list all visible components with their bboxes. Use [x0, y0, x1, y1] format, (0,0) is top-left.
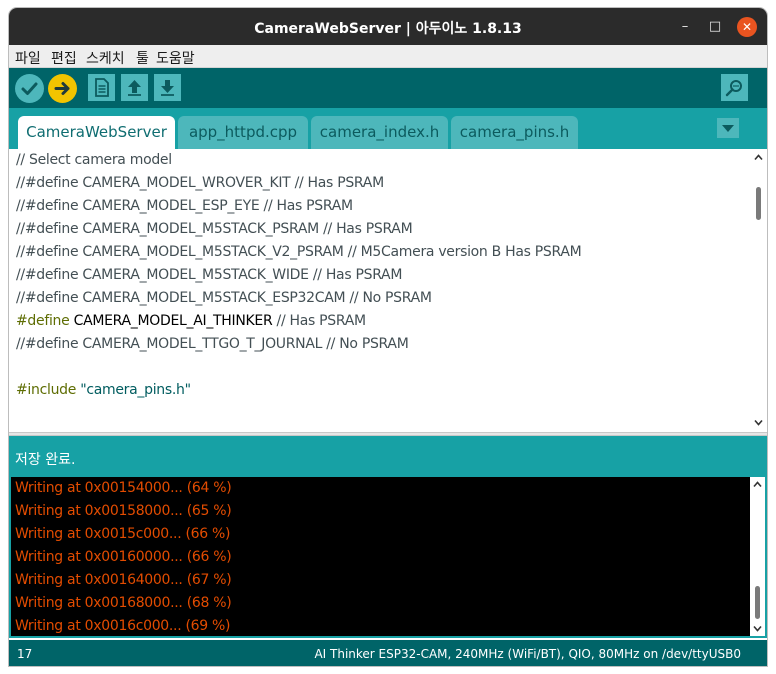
include-keyword: #include — [16, 382, 77, 398]
close-button[interactable]: ✕ — [737, 17, 757, 37]
verify-button[interactable] — [15, 74, 44, 103]
code-line: //#define CAMERA_MODEL_TTGO_T_JOURNAL //… — [16, 336, 409, 352]
console-line: Writing at 0x00160000... (66 %) — [15, 549, 232, 565]
menu-tools[interactable]: 툴 — [136, 48, 149, 68]
code-line: //#define CAMERA_MODEL_M5STACK_WIDE // H… — [16, 267, 403, 283]
serial-monitor-button[interactable] — [721, 74, 748, 101]
code-line: // Select camera model — [16, 152, 172, 168]
console-line: Writing at 0x0015c000... (66 %) — [15, 526, 231, 542]
scroll-down-icon[interactable] — [752, 623, 763, 634]
code-line: //#define CAMERA_MODEL_ESP_EYE // Has PS… — [16, 198, 353, 214]
maximize-button[interactable]: □ — [705, 17, 725, 37]
console-line: Writing at 0x00154000... (64 %) — [15, 480, 232, 496]
console-line: Writing at 0x0016c000... (69 %) — [15, 618, 231, 634]
menu-help[interactable]: 도움말 — [156, 48, 195, 68]
define-comment: // Has PSRAM — [272, 313, 367, 329]
arduino-ide-window: CameraWebServer | 아두이노 1.8.13 – □ ✕ 파일 편… — [9, 8, 767, 666]
document-icon — [95, 78, 109, 97]
code-line: //#define CAMERA_MODEL_M5STACK_PSRAM // … — [16, 221, 413, 237]
console-line: Writing at 0x00164000... (67 %) — [15, 572, 232, 588]
arrow-up-icon — [128, 80, 141, 96]
upload-button[interactable] — [48, 74, 77, 103]
include-value: "camera_pins.h" — [76, 382, 191, 398]
triangle-down-icon — [722, 125, 734, 132]
tab-menu-button[interactable] — [717, 118, 739, 138]
check-icon — [21, 82, 38, 95]
tab-app-httpd[interactable]: app_httpd.cpp — [178, 116, 308, 149]
define-name: CAMERA_MODEL_AI_THINKER — [69, 313, 273, 329]
define-keyword: #define — [16, 313, 70, 329]
toolbar — [9, 68, 767, 108]
code-editor[interactable]: // Select camera model //#define CAMERA_… — [9, 149, 767, 432]
scroll-up-icon[interactable] — [753, 152, 764, 163]
console-scrollbar[interactable] — [750, 477, 765, 636]
menu-sketch[interactable]: 스케치 — [86, 48, 125, 68]
menu-edit[interactable]: 편집 — [51, 48, 77, 68]
tab-camera-pins[interactable]: camera_pins.h — [451, 116, 578, 149]
new-sketch-button[interactable] — [88, 74, 115, 101]
output-console[interactable]: Writing at 0x00154000... (64 %) Writing … — [9, 475, 767, 638]
code-line: //#define CAMERA_MODEL_M5STACK_V2_PSRAM … — [16, 244, 582, 260]
code-line: //#define CAMERA_MODEL_M5STACK_ESP32CAM … — [16, 290, 432, 306]
line-number: 17 — [17, 647, 33, 661]
window-title: CameraWebServer | 아두이노 1.8.13 — [254, 21, 522, 37]
scroll-up-icon[interactable] — [752, 479, 763, 490]
code-line-define: #define CAMERA_MODEL_AI_THINKER // Has P… — [16, 310, 366, 333]
status-message: 저장 완료. — [15, 452, 76, 468]
tab-camerawebserver[interactable]: CameraWebServer — [18, 116, 175, 149]
arrow-down-icon — [161, 80, 174, 96]
code-line-include: #include "camera_pins.h" — [16, 379, 191, 402]
arrow-right-icon — [54, 82, 70, 95]
footer-bar: 17 AI Thinker ESP32-CAM, 240MHz (WiFi/BT… — [9, 640, 767, 666]
menu-bar: 파일 편집 스케치 툴 도움말 — [9, 45, 767, 68]
code-line: //#define CAMERA_MODEL_WROVER_KIT // Has… — [16, 175, 384, 191]
tab-camera-index[interactable]: camera_index.h — [311, 116, 448, 149]
scroll-down-icon[interactable] — [753, 417, 764, 428]
magnifier-icon — [725, 80, 742, 97]
title-bar: CameraWebServer | 아두이노 1.8.13 – □ ✕ — [9, 8, 767, 45]
console-line: Writing at 0x00158000... (65 %) — [15, 503, 232, 519]
minimize-button[interactable]: – — [675, 17, 695, 37]
editor-scroll-thumb[interactable] — [756, 187, 761, 220]
editor-scrollbar[interactable] — [750, 149, 767, 432]
board-info: AI Thinker ESP32-CAM, 240MHz (WiFi/BT), … — [314, 647, 741, 661]
console-scroll-thumb[interactable] — [755, 586, 760, 619]
open-sketch-button[interactable] — [121, 74, 148, 101]
console-line: Writing at 0x00168000... (68 %) — [15, 595, 232, 611]
tab-bar: CameraWebServer app_httpd.cpp camera_ind… — [9, 108, 767, 149]
status-bar: 저장 완료. — [9, 436, 767, 475]
save-sketch-button[interactable] — [154, 74, 181, 101]
menu-file[interactable]: 파일 — [15, 48, 41, 68]
